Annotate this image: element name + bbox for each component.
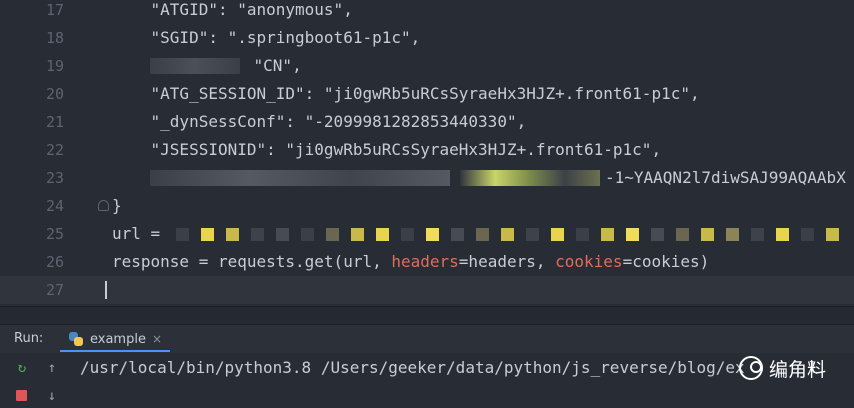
watermark: 编角料 xyxy=(738,355,826,381)
keyword-argument: headers xyxy=(391,252,459,271)
code-line[interactable]: 18 "SGID": ".springboot61-p1c", xyxy=(0,24,854,52)
code-line[interactable]: 23 -1~YAAQN2l7diwSAJ99AQAAbX xyxy=(0,164,854,192)
line-number: 27 xyxy=(45,281,64,299)
code-line[interactable]: 24 } xyxy=(0,192,854,220)
rerun-icon[interactable]: ↻ xyxy=(14,360,30,376)
line-number: 17 xyxy=(45,1,64,19)
console-command: /usr/local/bin/python3.8 /Users/geeker/d… xyxy=(80,355,818,381)
code-line[interactable]: 26 response = requests.get(url, headers=… xyxy=(0,248,854,276)
line-number: 22 xyxy=(45,141,64,159)
code-segment: =cookies) xyxy=(622,252,710,271)
code-text: "ATGID": "anonymous", xyxy=(112,0,353,19)
code-text: "CN", xyxy=(215,56,302,75)
watermark-text: 编角料 xyxy=(768,358,826,381)
code-text: "_dynSessConf": "-2099981282853440330", xyxy=(112,112,527,131)
blurred-cookie-value xyxy=(150,170,450,186)
code-line[interactable]: 22 "JSESSIONID": "ji0gwRb5uRCsSyraeHx3HJ… xyxy=(0,136,854,164)
run-tab-example[interactable]: example × xyxy=(60,328,171,352)
run-label: Run: xyxy=(14,331,44,346)
line-number: 26 xyxy=(45,253,64,271)
console-command-text: /usr/local/bin/python3.8 /Users/geeker/d… xyxy=(80,358,745,377)
python-icon xyxy=(68,331,84,347)
close-icon[interactable]: × xyxy=(152,332,162,346)
arrow-up-icon[interactable]: ↑ xyxy=(44,360,60,376)
line-number: 24 xyxy=(45,197,64,215)
code-text: -1~YAAQN2l7diwSAJ99AQAAbX xyxy=(605,168,846,187)
code-line[interactable]: 25 url = xyxy=(0,220,854,248)
keyword-argument: cookies xyxy=(555,252,623,271)
code-text: } xyxy=(112,196,122,215)
redacted-url-mosaic xyxy=(176,228,851,241)
code-line[interactable]: 19 "CN", xyxy=(0,52,854,80)
text-cursor xyxy=(105,281,107,299)
arrow-down-icon[interactable]: ↓ xyxy=(44,388,60,404)
line-number: 25 xyxy=(45,225,64,243)
line-number: 21 xyxy=(45,113,64,131)
fold-marker-icon[interactable] xyxy=(98,200,109,211)
code-line[interactable]: 21 "_dynSessConf": "-2099981282853440330… xyxy=(0,108,854,136)
code-text: "ATG_SESSION_ID": "ji0gwRb5uRCsSyraeHx3H… xyxy=(112,84,700,103)
line-number: 20 xyxy=(45,85,64,103)
run-tab-label: example xyxy=(90,331,146,347)
code-line[interactable]: 20 "ATG_SESSION_ID": "ji0gwRb5uRCsSyraeH… xyxy=(0,80,854,108)
code-segment: response = requests.get(url, xyxy=(112,252,392,271)
code-text: url = xyxy=(112,224,170,243)
run-console[interactable]: ↻ ↑ ↓ /usr/local/bin/python3.8 /Users/ge… xyxy=(0,353,854,408)
line-number: 19 xyxy=(45,57,64,75)
blurred-cookie-value xyxy=(460,170,600,186)
line-number: 18 xyxy=(45,29,64,47)
run-toolbar: Run: example × xyxy=(0,324,854,354)
code-line-current[interactable]: 27 xyxy=(0,276,854,304)
line-number: 23 xyxy=(45,169,64,187)
code-editor[interactable]: 17 "ATGID": "anonymous", 18 "SGID": ".sp… xyxy=(0,0,854,306)
code-text: "JSESSIONID": "ji0gwRb5uRCsSyraeHx3HJZ+.… xyxy=(112,140,662,159)
wechat-icon xyxy=(738,356,763,380)
code-text: "SGID": ".springboot61-p1c", xyxy=(112,28,421,47)
code-line[interactable]: 17 "ATGID": "anonymous", xyxy=(0,0,854,24)
horizontal-scrollbar[interactable] xyxy=(0,306,854,325)
code-segment: =headers, xyxy=(458,252,556,271)
code-text: response = requests.get(url, headers=hea… xyxy=(112,248,709,276)
stop-icon[interactable] xyxy=(14,388,30,404)
